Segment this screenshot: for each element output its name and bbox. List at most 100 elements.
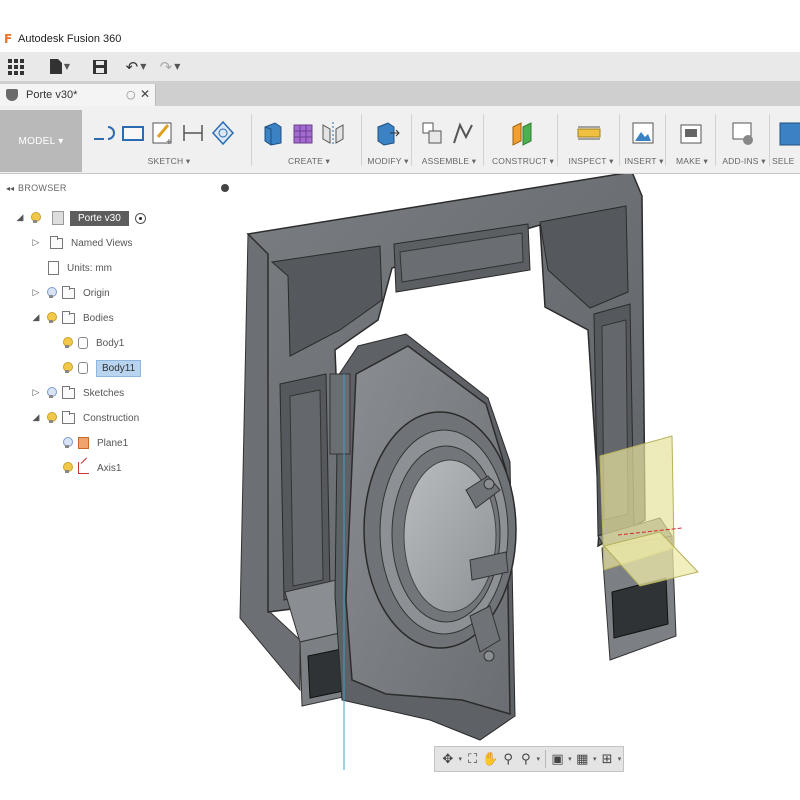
fit-icon[interactable]: ⚲ (517, 749, 535, 769)
document-tab-label: Porte v30* (26, 89, 78, 101)
tree-item-plane1[interactable]: Plane1 (58, 433, 128, 453)
document-tab[interactable]: Porte v30* ○ ✕ (0, 84, 156, 106)
folder-icon (50, 235, 63, 249)
tree-item-construction[interactable]: ◢ Construction (30, 408, 139, 428)
box-grid-icon[interactable] (290, 119, 316, 147)
assemble-group-label[interactable]: ASSEMBLE ▾ (414, 156, 484, 167)
collapsed-icon[interactable]: ▷ (30, 238, 42, 248)
svg-text:+: + (166, 137, 172, 147)
visibility-bulb-icon[interactable] (46, 312, 57, 324)
tree-item-axis1[interactable]: Axis1 (58, 458, 121, 478)
add-ins-group-label[interactable]: ADD-INS ▾ (718, 156, 770, 167)
tree-item-label: Construction (83, 412, 140, 424)
modify-group-label[interactable]: MODIFY ▾ (364, 156, 412, 167)
assemble-group[interactable]: ASSEMBLE ▾ (414, 106, 484, 174)
visibility-bulb-icon[interactable] (46, 287, 57, 299)
collapsed-icon[interactable]: ▷ (30, 388, 42, 398)
body-icon (78, 362, 88, 374)
visibility-bulb-icon[interactable] (62, 437, 73, 449)
inspect-group-label[interactable]: INSPECT ▾ (562, 156, 620, 167)
rectangle-icon[interactable] (120, 119, 146, 147)
constraint-icon[interactable] (210, 119, 236, 147)
new-component-icon[interactable] (420, 119, 446, 147)
visibility-bulb-icon[interactable] (62, 462, 73, 474)
offset-plane-icon[interactable] (510, 119, 536, 147)
undo-icon[interactable]: ↶ ▼ (122, 55, 150, 79)
create-group-label[interactable]: CREATE ▾ (256, 156, 362, 167)
sketch-group-label[interactable]: SKETCH ▾ (86, 156, 252, 167)
collapsed-icon[interactable]: ▷ (30, 288, 42, 298)
extrude-icon[interactable] (260, 119, 286, 147)
dimension-icon[interactable] (180, 119, 206, 147)
construct-group[interactable]: CONSTRUCT ▾ (488, 106, 558, 174)
folder-icon (62, 385, 75, 399)
insert-group-label[interactable]: INSERT ▾ (622, 156, 666, 167)
tree-item-label: Bodies (83, 312, 114, 324)
tree-item-named-views[interactable]: ▷ Named Views (30, 233, 133, 253)
collapse-browser-icon[interactable]: ◂◂ (6, 184, 14, 193)
title-bar: F Autodesk Fusion 360 (0, 28, 800, 50)
plane-icon (78, 437, 89, 449)
visibility-bulb-icon[interactable] (46, 412, 57, 424)
document-icon (6, 89, 18, 101)
joint-icon[interactable] (450, 119, 476, 147)
3d-print-icon[interactable] (678, 119, 704, 147)
line-icon[interactable] (90, 119, 116, 147)
expanded-icon[interactable]: ◢ (30, 313, 42, 323)
tree-item-bodies[interactable]: ◢ Bodies (30, 308, 114, 328)
insert-image-icon[interactable] (630, 119, 656, 147)
activate-radio-icon[interactable] (134, 212, 146, 224)
tree-item-sketches[interactable]: ▷ Sketches (30, 383, 124, 403)
press-pull-icon[interactable] (374, 119, 400, 147)
tree-item-origin[interactable]: ▷ Origin (30, 283, 110, 303)
add-ins-group[interactable]: ADD-INS ▾ (718, 106, 770, 174)
select-icon[interactable] (778, 119, 800, 147)
measure-icon[interactable] (576, 119, 602, 147)
create-sketch-icon[interactable]: + (150, 119, 176, 148)
browser-header[interactable]: ◂◂ BROWSER (0, 178, 240, 198)
save-icon[interactable] (90, 55, 110, 79)
tree-item-units[interactable]: Units: mm (30, 258, 112, 278)
inspect-group[interactable]: INSPECT ▾ (562, 106, 620, 174)
visibility-bulb-icon[interactable] (62, 362, 73, 374)
look-at-icon[interactable]: ⛶ (464, 749, 482, 769)
browser-pin-icon[interactable] (221, 184, 229, 192)
construct-group-label[interactable]: CONSTRUCT ▾ (488, 156, 558, 167)
visibility-bulb-icon[interactable] (62, 337, 73, 349)
quick-access-toolbar: ▼ ↶ ▼ ↷ ▼ (0, 52, 800, 82)
workspace-switcher[interactable]: MODEL ▾ (0, 110, 82, 172)
create-group[interactable]: CREATE ▾ (256, 106, 362, 174)
pan-icon[interactable]: ✋ (482, 749, 500, 769)
tree-root[interactable]: ◢ Porte v30 (14, 208, 146, 228)
orbit-icon[interactable]: ✥ (439, 749, 457, 769)
modify-group[interactable]: MODIFY ▾ (364, 106, 412, 174)
visibility-bulb-icon[interactable] (46, 387, 57, 399)
sketch-group[interactable]: + SKETCH ▾ (86, 106, 252, 174)
axis-icon (78, 462, 89, 474)
tree-item-body1[interactable]: Body1 (58, 333, 124, 353)
tree-item-body11[interactable]: Body11 (58, 358, 142, 378)
component-icon (52, 211, 64, 225)
make-group[interactable]: MAKE ▾ (668, 106, 716, 174)
expanded-icon[interactable]: ◢ (14, 213, 26, 223)
grid-settings-icon[interactable]: ▦ (573, 749, 591, 769)
viewports-icon[interactable]: ⊞ (598, 749, 616, 769)
file-icon[interactable]: ▼ (48, 55, 72, 79)
scripts-icon[interactable] (730, 119, 756, 147)
make-group-label[interactable]: MAKE ▾ (668, 156, 716, 167)
select-group-label[interactable]: SELE (772, 156, 800, 166)
redo-icon[interactable]: ↷ ▼ (156, 55, 184, 79)
tree-item-label: Units: mm (67, 262, 112, 274)
tree-item-label: Origin (83, 287, 110, 299)
tree-item-label: Body1 (96, 337, 125, 349)
visibility-bulb-icon[interactable] (30, 212, 41, 224)
grid-icon[interactable] (6, 55, 26, 79)
zoom-icon[interactable]: ⚲ (499, 749, 517, 769)
mirror-icon[interactable] (320, 119, 346, 147)
insert-group[interactable]: INSERT ▾ (622, 106, 666, 174)
close-tab-icon[interactable]: ✕ (140, 87, 150, 101)
body-icon (78, 337, 88, 349)
select-group[interactable]: SELE (772, 106, 800, 174)
expanded-icon[interactable]: ◢ (30, 413, 42, 423)
display-settings-icon[interactable]: ▣ (549, 749, 567, 769)
